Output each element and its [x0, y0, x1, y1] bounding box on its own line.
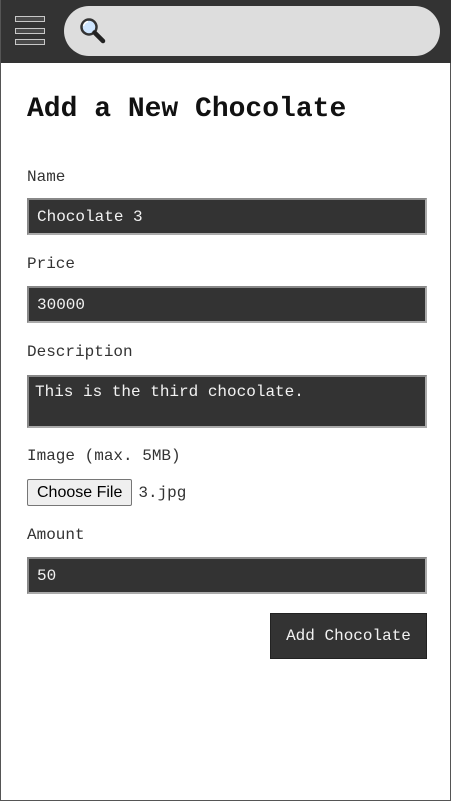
amount-label: Amount [27, 526, 85, 544]
add-chocolate-button[interactable]: Add Chocolate [270, 613, 427, 659]
description-field[interactable]: This is the third chocolate. [27, 375, 427, 428]
selected-file-name: 3.jpg [138, 483, 187, 502]
name-label: Name [27, 168, 66, 186]
description-label: Description [27, 343, 133, 361]
page-title: Add a New Chocolate [27, 94, 347, 125]
amount-field[interactable] [27, 557, 427, 594]
page: Add a New Chocolate Name Price Descripti… [0, 0, 451, 801]
choose-file-button[interactable]: Choose File [27, 479, 133, 506]
image-file-input[interactable]: Choose File 3.jpg [27, 479, 186, 506]
search-bar[interactable] [64, 6, 440, 56]
top-navbar [1, 0, 451, 63]
search-input[interactable] [112, 11, 440, 51]
hamburger-menu-icon[interactable] [15, 16, 45, 45]
magnifying-glass-icon[interactable] [78, 17, 106, 45]
price-field[interactable] [27, 286, 427, 323]
image-label: Image (max. 5MB) [27, 447, 181, 465]
hamburger-bar [15, 39, 45, 45]
price-label: Price [27, 255, 76, 273]
hamburger-bar [15, 27, 45, 34]
name-field[interactable] [27, 198, 427, 235]
hamburger-bar [15, 16, 45, 22]
